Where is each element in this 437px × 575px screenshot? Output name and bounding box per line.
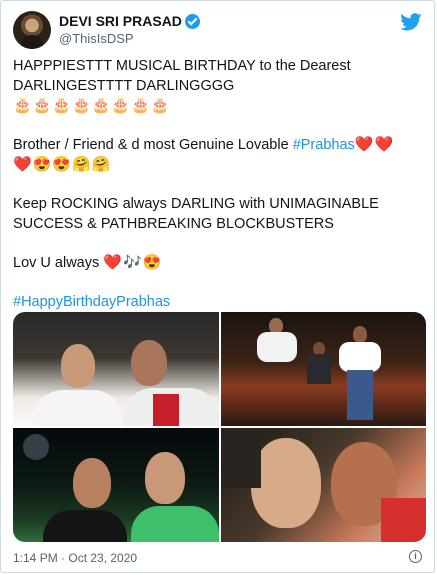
brother-text: Brother / Friend & d most Genuine Lovabl… [13,137,293,153]
media-photo-3[interactable] [13,428,219,542]
author-block[interactable]: DEVI SRI PRASAD @ThisIsDSP [59,13,200,48]
hashtag-happy-birthday-link[interactable]: #HappyBirthdayPrabhas [13,294,170,310]
media-photo-2[interactable] [221,312,426,426]
hashtag-prabhas-link[interactable]: #Prabhas [293,137,355,153]
media-grid [13,312,426,542]
media-photo-4[interactable] [221,428,426,542]
tweet-paragraph-5: #HappyBirthdayPrabhas [13,292,423,312]
author-name[interactable]: DEVI SRI PRASAD [59,13,182,30]
love-emoji-group: ❤️🎶😍 [103,254,163,271]
twitter-bird-icon[interactable] [400,13,422,31]
info-icon[interactable]: i [409,550,422,563]
birthday-text: HAPPPIESTTT MUSICAL BIRTHDAY to the Dear… [13,58,351,94]
tweet-paragraph-2: Brother / Friend & d most Genuine Lovabl… [13,135,423,175]
tweet-header: DEVI SRI PRASAD @ThisIsDSP [13,11,424,51]
tweet-card: DEVI SRI PRASAD @ThisIsDSP HAPPPIESTTT M… [0,0,435,573]
verified-badge-icon [184,14,200,29]
tweet-paragraph-1: HAPPPIESTTT MUSICAL BIRTHDAY to the Dear… [13,56,423,116]
tweet-timestamp[interactable]: 1:14 PM · Oct 23, 2020 [13,551,137,565]
avatar[interactable] [13,11,51,49]
cake-emoji-row: 🎂🎂🎂🎂🎂🎂🎂🎂 [13,97,171,114]
love-text: Lov U always [13,255,104,271]
author-handle[interactable]: @ThisIsDSP [59,30,200,48]
media-photo-1[interactable] [13,312,219,426]
author-name-row[interactable]: DEVI SRI PRASAD [59,13,200,30]
tweet-body: HAPPPIESTTT MUSICAL BIRTHDAY to the Dear… [13,56,423,331]
tweet-paragraph-3: Keep ROCKING always DARLING with UNIMAGI… [13,196,379,232]
tweet-paragraph-4: Lov U always ❤️🎶😍 [13,253,423,273]
